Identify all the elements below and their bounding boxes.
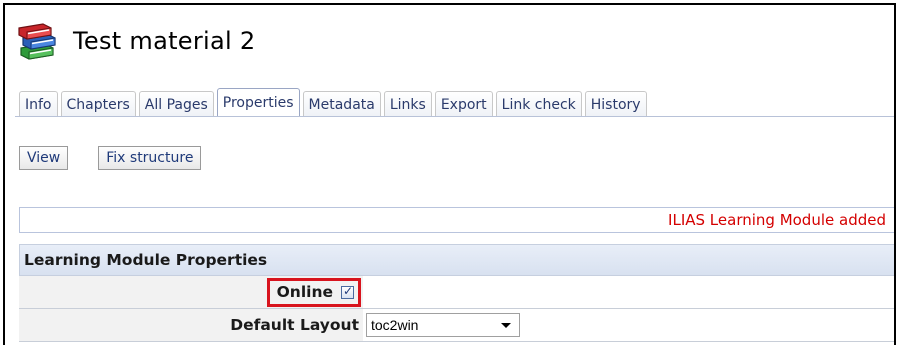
page-header: Test material 2 — [15, 21, 255, 61]
form-row-online: Online — [19, 276, 894, 309]
online-label: Online — [276, 283, 333, 301]
view-button[interactable]: View — [19, 146, 69, 170]
tab-bar: Info Chapters All Pages Properties Metad… — [19, 88, 650, 117]
tab-link-check[interactable]: Link check — [495, 91, 582, 117]
online-highlight-box: Online — [266, 277, 361, 307]
tab-metadata[interactable]: Metadata — [302, 91, 381, 117]
form-section-header: Learning Module Properties — [19, 244, 894, 276]
content-frame: Test material 2 Info Chapters All Pages … — [3, 3, 896, 345]
tab-links[interactable]: Links — [383, 91, 432, 117]
tab-divider — [15, 116, 894, 117]
default-layout-label: Default Layout — [19, 309, 363, 341]
books-icon — [15, 21, 59, 61]
tab-all-pages[interactable]: All Pages — [138, 91, 214, 117]
fix-structure-button[interactable]: Fix structure — [98, 146, 202, 170]
toolbar: View Fix structure — [19, 146, 231, 170]
page-title: Test material 2 — [73, 27, 256, 55]
chevron-down-icon — [501, 322, 511, 328]
properties-form: Learning Module Properties Online Defaul… — [19, 244, 894, 342]
online-value-cell — [363, 276, 894, 308]
online-label-cell: Online — [19, 276, 363, 308]
default-layout-value-cell: toc2win — [363, 309, 894, 341]
tab-info[interactable]: Info — [19, 91, 58, 117]
tab-export[interactable]: Export — [434, 91, 493, 117]
tab-chapters[interactable]: Chapters — [60, 91, 136, 117]
default-layout-select[interactable]: toc2win — [366, 313, 520, 337]
tab-history[interactable]: History — [584, 91, 647, 117]
success-message: ILIAS Learning Module added — [19, 207, 894, 233]
tab-properties[interactable]: Properties — [216, 88, 300, 117]
online-checkbox[interactable] — [341, 284, 354, 299]
default-layout-selected: toc2win — [371, 317, 419, 333]
form-row-default-layout: Default Layout toc2win — [19, 309, 894, 342]
